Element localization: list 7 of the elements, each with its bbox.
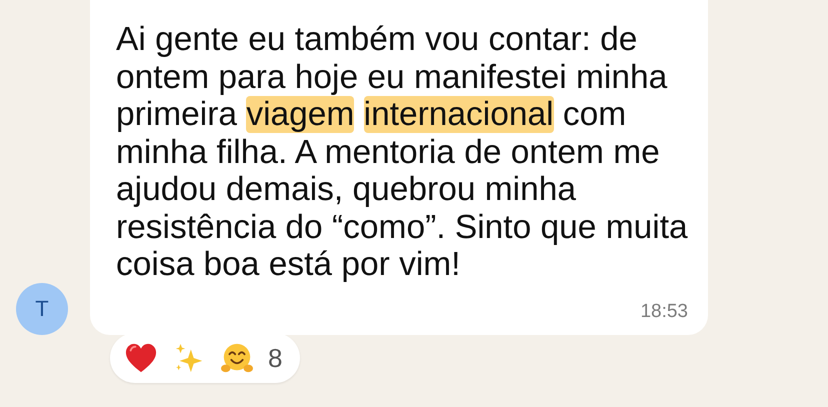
reactions-bar[interactable]: 8 <box>110 333 300 383</box>
heart-icon <box>124 342 158 374</box>
reaction-count: 8 <box>268 342 282 374</box>
message-text: Ai gente eu também vou contar: de ontem para hoje eu manifestei minha primeira viagem internacional com minha filha. A mentoria de ontem me ajudou demais, quebrou minha resistência do “como”. Sinto que muita coisa boa está por vim! <box>116 21 689 284</box>
message-time: 18:53 <box>640 301 688 323</box>
avatar-icon[interactable]: T <box>16 283 68 335</box>
smiley-icon <box>220 342 254 374</box>
